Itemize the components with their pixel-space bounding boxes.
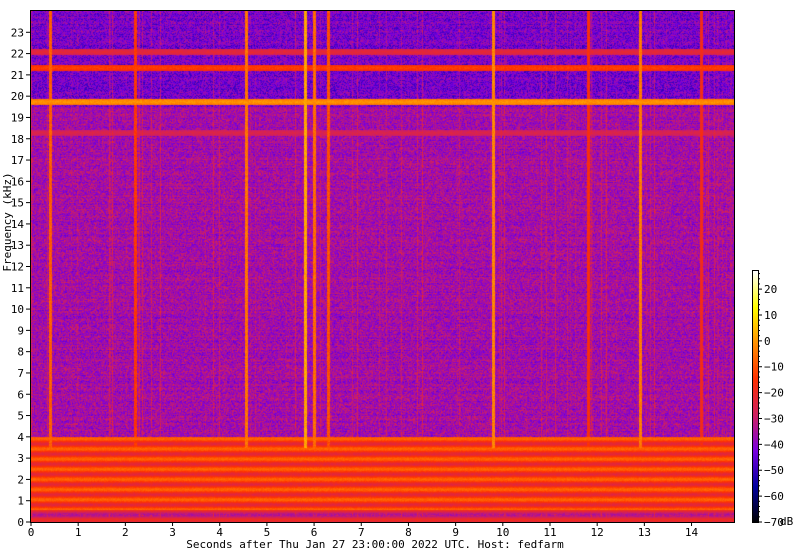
colorbar-unit-label: dB <box>780 515 794 528</box>
x-tick-label: 2 <box>122 526 129 539</box>
colorbar-tick-label: 0 <box>764 335 771 348</box>
x-axis-ticks: 0 1 2 3 4 5 6 7 8 9 10 11 12 13 14 <box>28 522 699 539</box>
x-tick-label: 1 <box>75 526 82 539</box>
colorbar-tick-label: −40 <box>764 438 784 451</box>
y-tick-label: 23 <box>11 26 24 39</box>
colorbar-tick-label: −10 <box>764 361 784 374</box>
colorbar-tick-label: −30 <box>764 412 784 425</box>
y-tick-label: 17 <box>11 154 24 167</box>
x-tick-label: 14 <box>685 526 699 539</box>
colorbar-tick-label: −20 <box>764 387 784 400</box>
x-axis-label: Seconds after Thu Jan 27 23:00:00 2022 U… <box>186 538 564 551</box>
colorbar-tick-label: 20 <box>764 283 777 296</box>
y-tick-label: 21 <box>11 69 24 82</box>
y-tick-label: 11 <box>11 282 24 295</box>
colorbar-tick-label: −50 <box>764 464 784 477</box>
x-tick-label: 12 <box>591 526 604 539</box>
colorbar-ticks: −70−60−50−40−30−20−1001020 <box>758 273 784 529</box>
y-tick-label: 9 <box>17 324 24 337</box>
y-tick-label: 4 <box>17 431 24 444</box>
y-tick-label: 8 <box>17 346 24 359</box>
y-axis-ticks: 01234567891011121314151617181920212223 <box>11 26 30 529</box>
y-tick-label: 19 <box>11 111 24 124</box>
y-tick-label: 1 <box>17 495 24 508</box>
y-axis-label: Frequency (kHz) <box>1 172 14 271</box>
y-tick-label: 0 <box>17 516 24 529</box>
y-tick-label: 6 <box>17 388 24 401</box>
x-tick-label: 3 <box>169 526 176 539</box>
y-tick-label: 3 <box>17 452 24 465</box>
y-tick-label: 22 <box>11 48 24 61</box>
y-tick-label: 7 <box>17 367 24 380</box>
colorbar-tick-label: 10 <box>764 309 777 322</box>
y-tick-label: 5 <box>17 410 24 423</box>
y-tick-label: 2 <box>17 473 24 486</box>
y-tick-label: 18 <box>11 133 24 146</box>
x-tick-label: 13 <box>638 526 651 539</box>
colorbar-tick-label: −60 <box>764 490 784 503</box>
y-tick-label: 10 <box>11 303 24 316</box>
x-tick-label: 0 <box>28 526 35 539</box>
chart-axes: 0 1 2 3 4 5 6 7 8 9 10 11 12 13 14 0123456789101112131… <box>1 26 794 551</box>
y-tick-label: 20 <box>11 90 24 103</box>
